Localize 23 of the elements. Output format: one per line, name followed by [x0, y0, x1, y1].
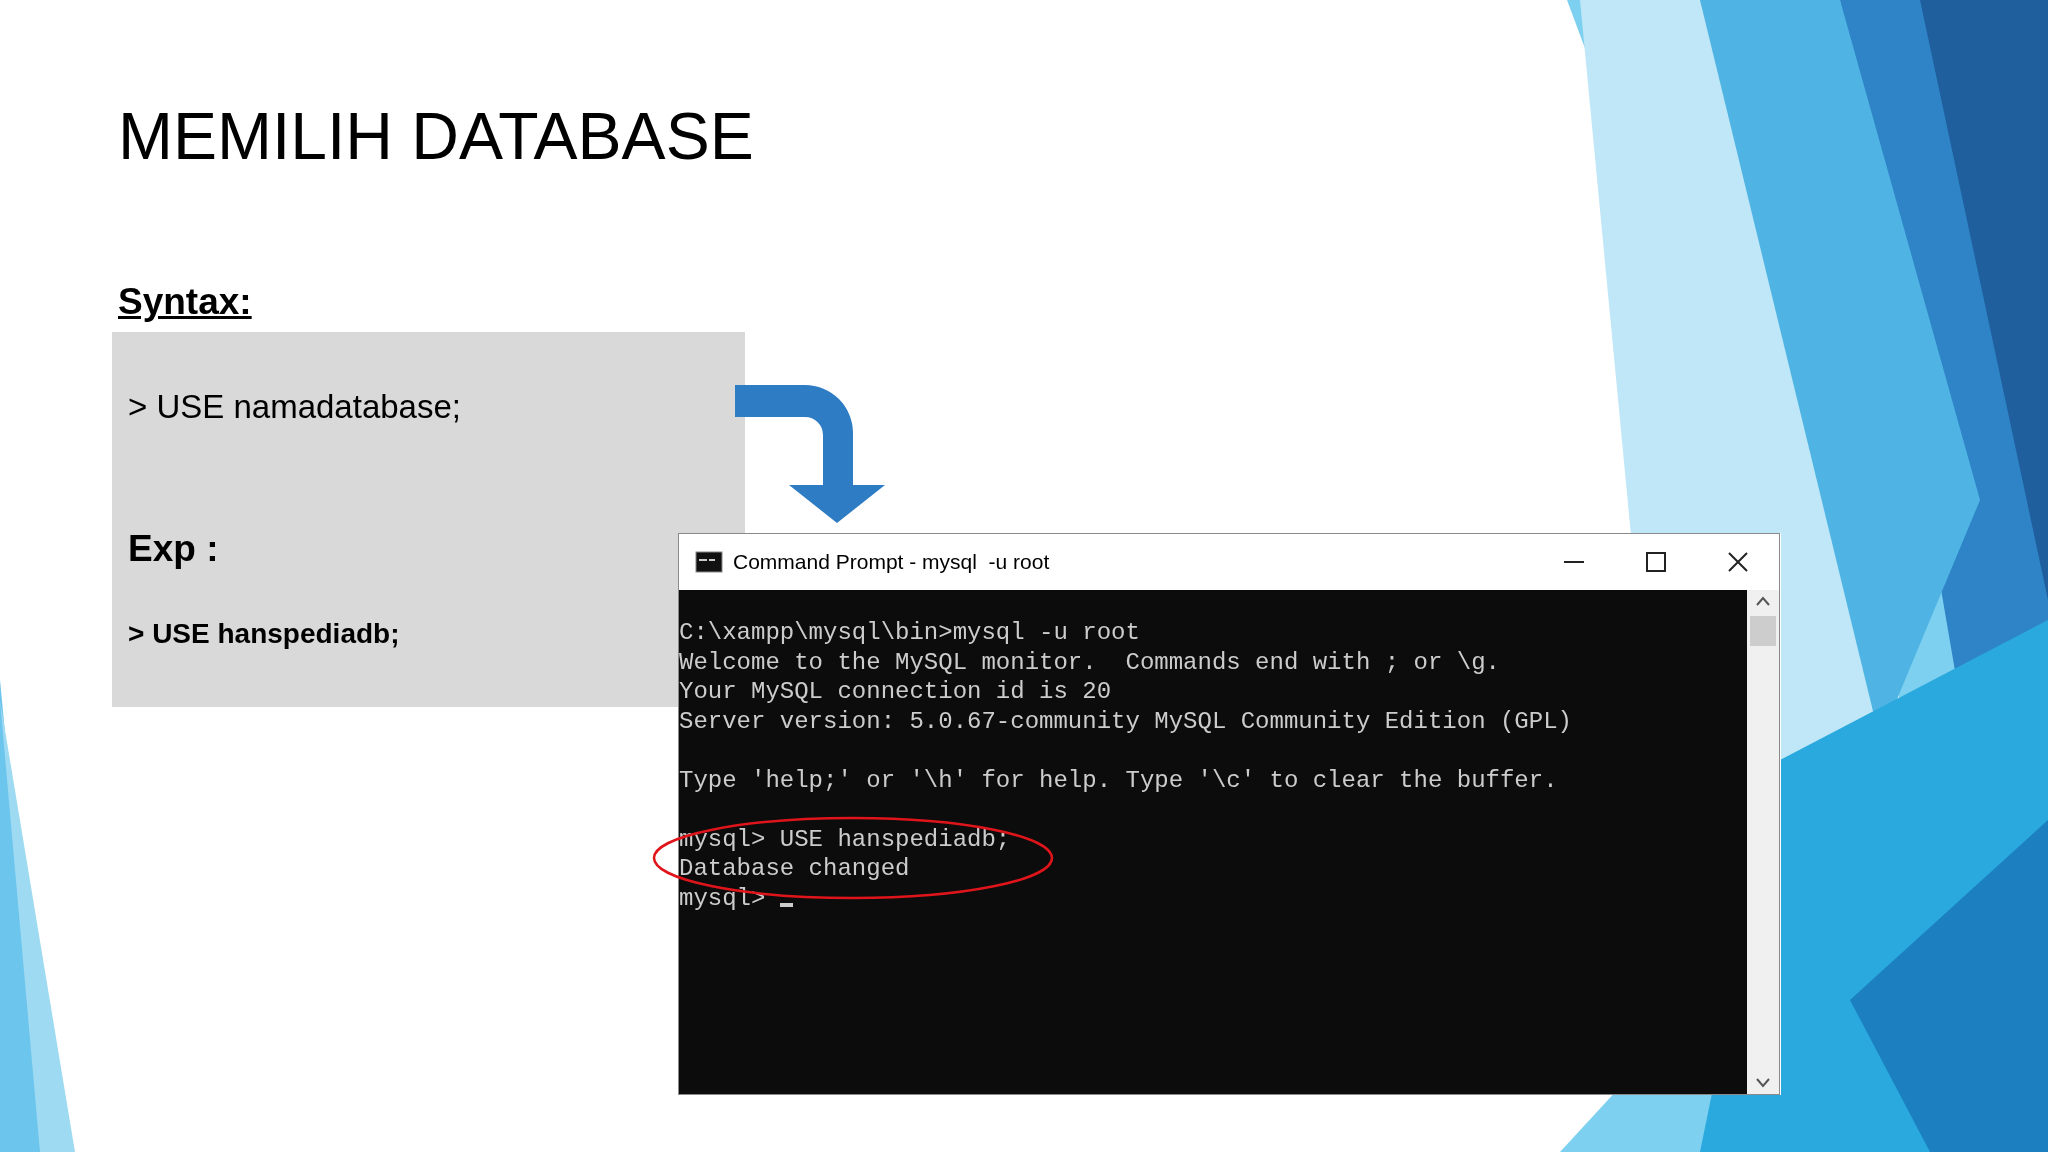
scroll-up-icon [1756, 596, 1770, 606]
console-line: Welcome to the MySQL monitor. Commands end with ; or \g. [679, 647, 1500, 677]
scrollbar-thumb[interactable] [1750, 616, 1776, 646]
minimize-icon [1564, 561, 1584, 563]
example-text: > USE hanspediadb; [128, 616, 400, 651]
curved-arrow-icon [735, 385, 887, 523]
console-line: Your MySQL connection id is 20 [679, 677, 1112, 707]
window-title: Command Prompt - mysql -u root [733, 549, 1050, 576]
syntax-text: > USE namadatabase; [128, 386, 461, 427]
close-icon [1728, 552, 1748, 572]
syntax-heading: Syntax: [118, 280, 252, 324]
console-line: Type 'help;' or '\h' for help. Type '\c' to clear the buffer. [679, 765, 1558, 795]
console-line: Database changed [679, 854, 910, 884]
scroll-down-icon [1756, 1078, 1770, 1088]
scrollbar[interactable] [1747, 590, 1779, 1094]
console-line: C:\xampp\mysql\bin>mysql -u root [679, 618, 1140, 648]
console-icon [695, 551, 723, 573]
slide-title: MEMILIH DATABASE [118, 98, 754, 174]
console-line: mysql> [679, 883, 767, 913]
maximize-icon [1646, 552, 1666, 572]
example-heading: Exp : [128, 527, 219, 571]
console-line: Server version: 5.0.67-community MySQL Community Edition (GPL) [679, 706, 1572, 736]
console-line: mysql> USE hanspediadb; [679, 824, 1011, 854]
